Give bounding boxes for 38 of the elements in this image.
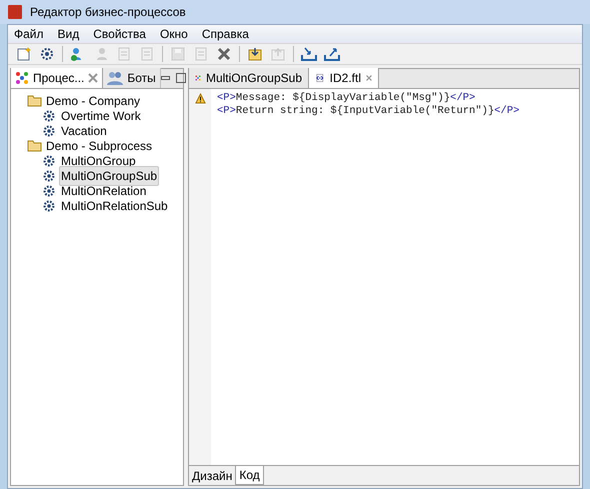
tree-folder[interactable]: Demo - Company	[46, 92, 140, 110]
code-line: <P>Return string: ${InputVariable("Return")}</P>	[217, 105, 520, 118]
minimize-icon[interactable]	[160, 76, 170, 80]
gear-icon	[42, 124, 56, 138]
tray-arrow-out-icon[interactable]	[324, 46, 340, 62]
maximize-icon[interactable]	[176, 73, 186, 83]
people-icon	[107, 71, 124, 85]
gear-icon	[42, 198, 56, 212]
new-file-icon[interactable]	[16, 46, 32, 62]
folder-icon	[27, 139, 43, 152]
close-icon[interactable]	[366, 73, 372, 83]
app-logo-icon	[8, 5, 22, 19]
delete-icon[interactable]	[216, 46, 232, 62]
gear-icon	[42, 184, 56, 198]
gear-icon	[42, 168, 56, 182]
menu-item[interactable]: Окно	[160, 25, 188, 43]
editor-tab[interactable]: ID2.ftl	[309, 68, 379, 88]
tray-arrow-in-icon[interactable]	[301, 46, 317, 62]
window-title: Редактор бизнес-процессов	[30, 4, 186, 21]
folder-icon	[27, 94, 43, 107]
html-file-icon	[315, 71, 325, 85]
close-icon[interactable]	[88, 73, 98, 83]
tree-item[interactable]: MultiOnGroupSub	[59, 166, 160, 186]
menu-item[interactable]: Вид	[58, 25, 80, 43]
panel-tab[interactable]: Боты	[103, 68, 161, 88]
menu-item[interactable]: Файл	[14, 25, 44, 43]
process-icon	[15, 71, 29, 85]
import-icon[interactable]	[247, 46, 263, 62]
menu-item[interactable]: Свойства	[93, 25, 146, 43]
panel-tab[interactable]: Процес...	[11, 68, 104, 88]
gear-icon[interactable]	[39, 46, 55, 62]
gear-icon	[42, 108, 56, 122]
editor-tab[interactable]: MultiOnGroupSub	[189, 68, 309, 88]
gear-icon	[42, 154, 56, 168]
bottom-tab[interactable]: Код	[235, 466, 264, 485]
code-line: <P>Message: ${DisplayVariable("Msg")}</P>	[217, 92, 476, 105]
bottom-tab[interactable]: Дизайн	[189, 466, 236, 485]
menu-item[interactable]: Справка	[202, 25, 249, 43]
